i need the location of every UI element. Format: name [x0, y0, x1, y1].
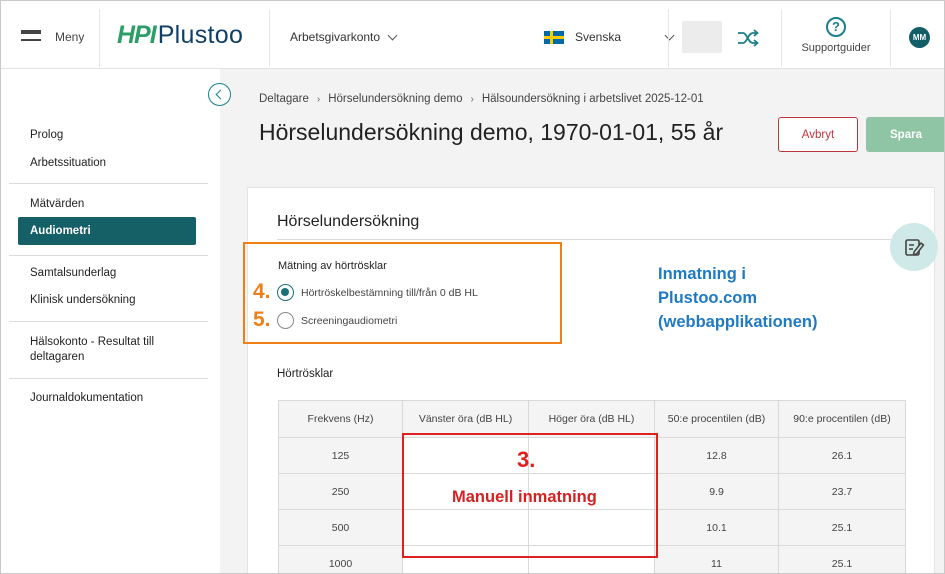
breadcrumb: Deltagare › Hörselundersökning demo › Hä…	[259, 93, 704, 105]
divider	[9, 183, 208, 184]
table-row: 500 10.1 25.1	[278, 509, 906, 546]
p50-cell: 12.8	[654, 437, 779, 474]
table-header-row: Frekvens (Hz) Vänster öra (dB HL) Höger …	[278, 400, 906, 438]
breadcrumb-deltagare[interactable]: Deltagare	[259, 93, 309, 105]
hamburger-icon	[21, 30, 41, 44]
logo-mark: HPI	[117, 21, 157, 49]
divider	[781, 9, 782, 67]
chevron-down-icon	[664, 30, 675, 40]
thresholds-table: Frekvens (Hz) Vänster öra (dB HL) Höger …	[278, 400, 906, 573]
annotation-web-note: Inmatning i Plustoo.com (webbapplikation…	[658, 262, 818, 334]
table-row: 125 12.8 26.1	[278, 437, 906, 474]
divider	[277, 239, 935, 240]
p50-cell: 9.9	[654, 473, 779, 510]
frequency-cell: 250	[278, 473, 403, 510]
language-label: Svenska	[575, 30, 622, 44]
sidebar-item-matvarden[interactable]: Mätvärden	[30, 197, 84, 212]
sidebar-item-arbetssituation[interactable]: Arbetssituation	[30, 156, 106, 171]
right-ear-input[interactable]	[528, 545, 655, 573]
divider	[9, 255, 208, 256]
language-dropdown[interactable]: Svenska	[544, 30, 675, 44]
placeholder-box	[682, 21, 722, 53]
radio-unchecked[interactable]	[277, 312, 294, 329]
divider	[890, 9, 891, 67]
account-dropdown[interactable]: Arbetsgivarkonto	[290, 30, 398, 44]
column-header: Frekvens (Hz)	[278, 400, 403, 438]
swedish-flag-icon	[544, 30, 564, 44]
annotation-number-5: 5.	[253, 308, 271, 331]
left-ear-input[interactable]	[402, 509, 529, 546]
p90-cell: 25.1	[778, 509, 906, 546]
chevron-down-icon	[387, 30, 398, 40]
p90-cell: 26.1	[778, 437, 906, 474]
divider	[9, 321, 208, 322]
p90-cell: 23.7	[778, 473, 906, 510]
option-threshold-determination[interactable]: Hörtröskelbestämning till/från 0 dB HL	[277, 284, 478, 301]
notes-fab-button[interactable]	[890, 223, 938, 271]
breadcrumb-current: Hälsoundersökning i arbetslivet 2025-12-…	[481, 93, 704, 105]
chevron-right-icon: ›	[316, 93, 321, 105]
frequency-cell: 125	[278, 437, 403, 474]
divider	[9, 378, 208, 379]
section-title: Hörselundersökning	[277, 213, 420, 230]
left-ear-input[interactable]	[402, 437, 529, 474]
chevron-right-icon: ›	[470, 93, 474, 105]
sidebar-item-halsokonto[interactable]: Hälsokonto - Resultat till deltagaren	[30, 335, 180, 365]
p90-cell: 25.1	[778, 545, 906, 573]
divider	[99, 9, 100, 67]
left-ear-input[interactable]	[402, 545, 529, 573]
cancel-button[interactable]: Avbryt	[778, 117, 858, 152]
annotation-number-3: 3.	[517, 447, 536, 472]
annotation-line: (webbapplikationen)	[658, 313, 818, 331]
p50-cell: 10.1	[654, 509, 779, 546]
column-header: Vänster öra (dB HL)	[402, 400, 529, 438]
sidebar-item-journaldokumentation[interactable]: Journaldokumentation	[30, 391, 143, 406]
app-window: Meny HPI Plustoo Arbetsgivarkonto Svensk…	[0, 0, 945, 574]
measurement-label: Mätning av hörtrösklar	[278, 260, 387, 272]
frequency-cell: 1000	[278, 545, 403, 573]
menu-button[interactable]: Meny	[21, 27, 84, 47]
column-header: Höger öra (dB HL)	[528, 400, 655, 438]
annotation-line: Inmatning i	[658, 265, 746, 283]
top-bar: Meny HPI Plustoo Arbetsgivarkonto Svensk…	[1, 1, 944, 69]
support-label: Supportguider	[801, 42, 871, 54]
logo-name: Plustoo	[157, 21, 244, 49]
support-guides-button[interactable]: ? Supportguider	[796, 17, 876, 54]
page-title: Hörselundersökning demo, 1970-01-01, 55 …	[259, 119, 724, 145]
option-screening-audiometry[interactable]: Screeningaudiometri	[277, 312, 397, 329]
breadcrumb-horselundersokning[interactable]: Hörselundersökning demo	[328, 93, 462, 105]
thresholds-label: Hörtrösklar	[277, 368, 334, 380]
divider	[269, 9, 270, 67]
sidebar-item-samtalsunderlag[interactable]: Samtalsunderlag	[30, 266, 116, 281]
menu-label: Meny	[55, 30, 85, 44]
radio-checked[interactable]	[277, 284, 294, 301]
sidebar-item-klinisk-undersokning[interactable]: Klinisk undersökning	[30, 293, 135, 308]
right-ear-input[interactable]	[528, 509, 655, 546]
sidebar-item-prolog[interactable]: Prolog	[30, 128, 63, 143]
annotation-number-4: 4.	[253, 280, 271, 303]
help-circle-icon: ?	[826, 17, 846, 37]
account-label: Arbetsgivarkonto	[290, 30, 381, 44]
divider	[668, 9, 669, 67]
column-header: 90:e procentilen (dB)	[778, 400, 906, 438]
p50-cell: 11	[654, 545, 779, 573]
radio-label: Hörtröskelbestämning till/från 0 dB HL	[301, 286, 478, 299]
annotation-manual-entry: Manuell inmatning	[452, 488, 597, 506]
right-ear-input[interactable]	[528, 437, 655, 474]
radio-label: Screeningaudiometri	[301, 314, 398, 327]
save-button[interactable]: Spara	[866, 117, 944, 152]
frequency-cell: 500	[278, 509, 403, 546]
collapse-sidebar-button[interactable]	[208, 83, 231, 106]
annotation-line: Plustoo.com	[658, 289, 758, 307]
plustoo-logo[interactable]: HPI Plustoo	[117, 21, 243, 51]
column-header: 50:e procentilen (dB)	[654, 400, 779, 438]
sidebar-item-audiometri[interactable]: Audiometri	[18, 217, 196, 245]
shuffle-icon[interactable]	[735, 25, 761, 51]
table-row: 1000 11 25.1	[278, 545, 906, 573]
edit-note-icon	[905, 239, 925, 256]
avatar[interactable]: MM	[909, 27, 930, 48]
